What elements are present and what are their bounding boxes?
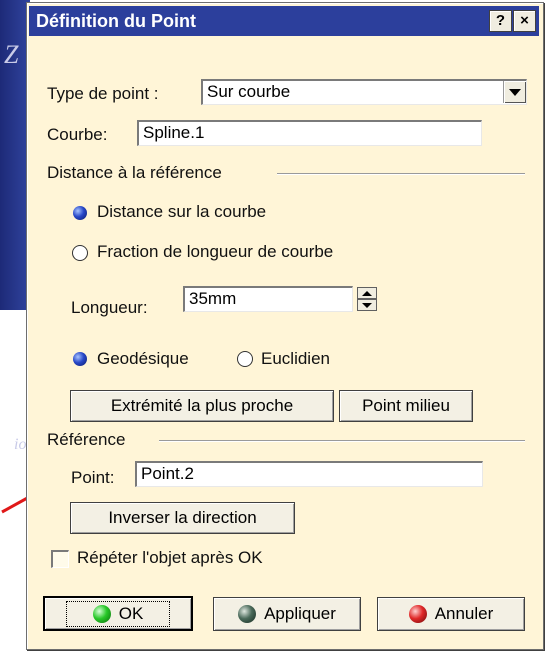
reference-point-field[interactable]: Point.2 <box>135 461 483 487</box>
background-letter: Z <box>4 40 19 69</box>
close-button[interactable]: × <box>513 10 536 32</box>
point-type-dropdown[interactable]: Sur courbe <box>201 79 527 105</box>
euclidean-label: Euclidien <box>261 349 330 368</box>
group-divider <box>277 173 525 175</box>
point-definition-dialog: Définition du Point ? × Type de point : … <box>26 2 544 650</box>
spin-up-icon[interactable] <box>357 287 377 299</box>
point-type-value: Sur courbe <box>207 82 291 101</box>
ok-label: OK <box>118 603 144 623</box>
dialog-title: Définition du Point <box>36 11 196 31</box>
point-label: Point: <box>71 468 115 487</box>
gray-ball-icon <box>238 605 257 623</box>
chevron-down-icon[interactable] <box>503 81 526 103</box>
curve-field[interactable]: Spline.1 <box>137 120 482 146</box>
apply-button[interactable]: Appliquer <box>213 597 361 631</box>
radio-distance-on-curve[interactable] <box>73 206 87 220</box>
geodesic-label: Geodésique <box>97 349 189 368</box>
red-ball-icon <box>408 605 427 623</box>
radio-euclidean[interactable] <box>237 351 253 367</box>
midpoint-button[interactable]: Point milieu <box>339 390 473 422</box>
distance-on-curve-label: Distance sur la courbe <box>97 202 267 221</box>
reference-group-title: Référence <box>47 430 126 449</box>
cancel-button[interactable]: Annuler <box>377 597 525 631</box>
repeat-checkbox-label: Répéter l'objet après OK <box>77 548 263 567</box>
curve-fraction-label: Fraction de longueur de courbe <box>97 242 334 261</box>
radio-geodesic[interactable] <box>73 352 87 366</box>
green-ball-icon <box>92 604 111 623</box>
point-type-label: Type de point : <box>47 84 159 103</box>
group-divider <box>159 440 525 442</box>
invert-direction-button[interactable]: Inverser la direction <box>70 502 295 534</box>
curve-label: Courbe: <box>47 125 108 144</box>
ok-button[interactable]: OK <box>43 596 193 631</box>
distance-group-title: Distance à la référence <box>47 163 222 182</box>
cancel-label: Annuler <box>434 604 494 623</box>
background-text: io <box>14 436 27 453</box>
length-value: 35mm <box>189 289 237 308</box>
title-bar: Définition du Point ? × <box>29 6 539 36</box>
length-spinner[interactable] <box>357 287 377 311</box>
apply-label: Appliquer <box>264 604 336 623</box>
length-label: Longueur: <box>71 298 148 317</box>
curve-value: Spline.1 <box>143 123 205 142</box>
spin-down-icon[interactable] <box>357 299 377 311</box>
reference-point-value: Point.2 <box>141 464 194 483</box>
radio-curve-fraction[interactable] <box>72 245 88 261</box>
nearest-end-button[interactable]: Extrémité la plus proche <box>70 390 334 422</box>
help-button[interactable]: ? <box>489 10 512 32</box>
length-field[interactable]: 35mm <box>183 286 353 312</box>
ok-focus-outline: OK <box>65 600 171 627</box>
repeat-checkbox[interactable] <box>51 550 69 568</box>
